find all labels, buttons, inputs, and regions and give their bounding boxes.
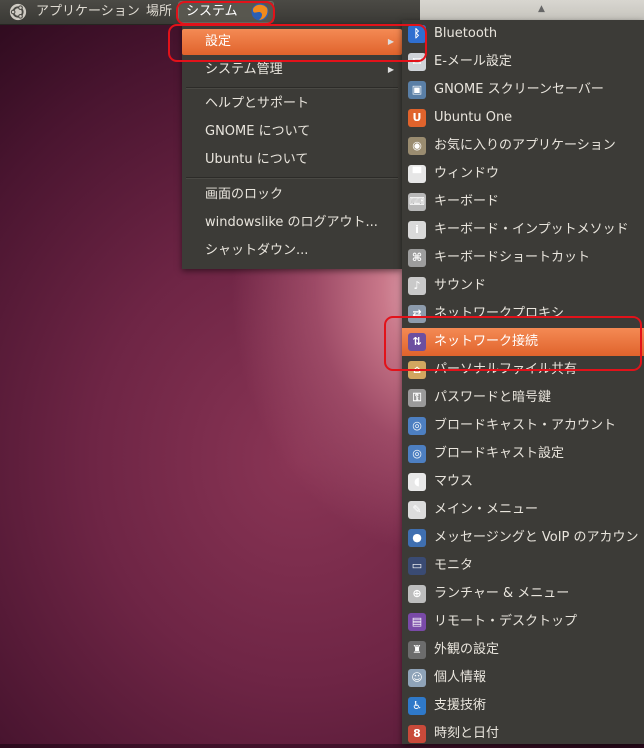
settings-item-label: ウィンドウ	[434, 166, 500, 181]
settings-item-monitor[interactable]: ▭ モニタ	[402, 552, 644, 580]
settings-item-label: Ubuntu One	[434, 110, 513, 125]
launcher-icon: ⊕	[408, 585, 426, 603]
settings-item-screensaver[interactable]: ▣ GNOME スクリーンセーバー	[402, 76, 644, 104]
personal-info-icon: ☺	[408, 669, 426, 687]
settings-item-label: キーボードショートカット	[434, 250, 591, 265]
settings-item-input-method[interactable]: i キーボード・インプットメソッド	[402, 216, 644, 244]
menu-item-label: システム管理	[205, 62, 283, 77]
annotation-ring-settings	[168, 24, 427, 62]
settings-item-label: GNOME スクリーンセーバー	[434, 82, 604, 97]
settings-item-keyboard[interactable]: ⌨ キーボード	[402, 188, 644, 216]
settings-item-label: 外観の設定	[434, 642, 500, 657]
settings-item-label: リモート・デスクトップ	[434, 614, 578, 629]
accessibility-icon: ♿	[408, 697, 426, 715]
settings-item-label: 個人情報	[434, 670, 487, 685]
settings-item-remote-desktop[interactable]: ▤ リモート・デスクトップ	[402, 608, 644, 636]
menu-item-logout[interactable]: windowslike のログアウト...	[182, 210, 402, 236]
settings-item-window[interactable]: ▀ ウィンドウ	[402, 160, 644, 188]
settings-item-label: 時刻と日付	[434, 726, 500, 741]
appearance-icon: ♜	[408, 641, 426, 659]
settings-item-favorite-apps[interactable]: ◉ お気に入りのアプリケーション	[402, 132, 644, 160]
settings-item-ubuntu-one[interactable]: U Ubuntu One	[402, 104, 644, 132]
settings-item-broadcast-account[interactable]: ◎ ブロードキャスト・アカウント	[402, 412, 644, 440]
settings-item-label: サウンド	[434, 278, 487, 293]
menu-item-about-ubuntu[interactable]: Ubuntu について	[182, 147, 402, 173]
menu-item-shutdown[interactable]: シャットダウン...	[182, 238, 402, 264]
settings-item-broadcast-settings[interactable]: ◎ ブロードキャスト設定	[402, 440, 644, 468]
settings-item-shortcut[interactable]: ⌘ キーボードショートカット	[402, 244, 644, 272]
password-keys-icon: ⚿	[408, 389, 426, 407]
broadcast-account-icon: ◎	[408, 417, 426, 435]
settings-item-label: お気に入りのアプリケーション	[434, 138, 616, 153]
settings-item-appearance[interactable]: ♜ 外観の設定	[402, 636, 644, 664]
settings-item-label: パスワードと暗号鍵	[434, 390, 552, 405]
settings-item-mouse[interactable]: ◖ マウス	[402, 468, 644, 496]
applications-menu[interactable]: アプリケーション	[36, 0, 140, 24]
settings-submenu: ᛒ Bluetooth ✉ E-メール設定 ▣ GNOME スクリーンセーバー U Ubunt…	[402, 20, 644, 744]
main-menu-icon: ✎	[408, 501, 426, 519]
window-icon: ▀	[408, 165, 426, 183]
settings-item-accessibility[interactable]: ♿ 支援技術	[402, 692, 644, 720]
settings-item-launcher[interactable]: ⊕ ランチャー & メニュー	[402, 580, 644, 608]
mouse-icon: ◖	[408, 473, 426, 491]
settings-item-email[interactable]: ✉ E-メール設定	[402, 48, 644, 76]
settings-item-label: ブロードキャスト・アカウント	[434, 418, 617, 433]
remote-desktop-icon: ▤	[408, 613, 426, 631]
favorite-apps-icon: ◉	[408, 137, 426, 155]
messaging-icon: ●	[408, 529, 426, 547]
ubuntu-logo-icon[interactable]	[9, 3, 27, 21]
annotation-ring-system	[176, 1, 275, 25]
settings-item-label: メッセージングと VoIP のアカウン	[434, 530, 639, 545]
settings-item-label: マウス	[434, 474, 474, 489]
settings-item-label: キーボード・インプットメソッド	[434, 222, 629, 237]
menu-item-help[interactable]: ヘルプとサポート	[182, 91, 402, 117]
settings-item-sound[interactable]: ♪ サウンド	[402, 272, 644, 300]
monitor-icon: ▭	[408, 557, 426, 575]
settings-item-messaging[interactable]: ● メッセージングと VoIP のアカウン	[402, 524, 644, 552]
broadcast-settings-icon: ◎	[408, 445, 426, 463]
settings-item-label: 支援技術	[434, 698, 487, 713]
places-menu[interactable]: 場所	[146, 0, 172, 24]
annotation-ring-network-connections	[384, 316, 642, 371]
input-method-icon: i	[408, 221, 426, 239]
keyboard-icon: ⌨	[408, 193, 426, 211]
settings-item-label: Bluetooth	[434, 26, 498, 41]
menu-separator	[186, 87, 398, 89]
ubuntu-one-icon: U	[408, 109, 426, 127]
scroll-up-arrow-icon[interactable]: ▲	[538, 4, 545, 14]
settings-item-label: ランチャー & メニュー	[434, 586, 570, 601]
settings-item-password-keys[interactable]: ⚿ パスワードと暗号鍵	[402, 384, 644, 412]
settings-item-main-menu[interactable]: ✎ メイン・メニュー	[402, 496, 644, 524]
sound-icon: ♪	[408, 277, 426, 295]
settings-item-bluetooth[interactable]: ᛒ Bluetooth	[402, 20, 644, 48]
menu-item-about-gnome[interactable]: GNOME について	[182, 119, 402, 145]
settings-item-label: モニタ	[434, 558, 474, 573]
menu-separator	[186, 177, 398, 179]
shortcut-icon: ⌘	[408, 249, 426, 267]
settings-item-label: E-メール設定	[434, 54, 512, 69]
menu-item-lock-screen[interactable]: 画面のロック	[182, 182, 402, 208]
time-date-icon: 8	[408, 725, 426, 743]
settings-item-label: ブロードキャスト設定	[434, 446, 565, 461]
screensaver-icon: ▣	[408, 81, 426, 99]
settings-item-label: メイン・メニュー	[434, 502, 539, 517]
settings-item-label: キーボード	[434, 194, 500, 209]
settings-item-personal-info[interactable]: ☺ 個人情報	[402, 664, 644, 692]
